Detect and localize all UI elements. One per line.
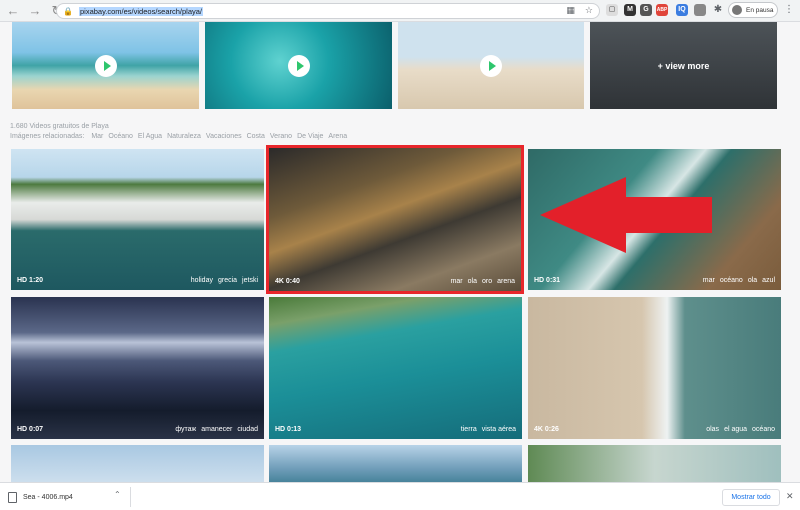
video-tag[interactable]: océano: [752, 426, 775, 433]
related-tag[interactable]: El Agua: [138, 133, 162, 140]
video-card[interactable]: HD 0:31 mar océano ola azul: [528, 149, 781, 290]
download-item[interactable]: Sea - 4006.mp4: [8, 489, 128, 505]
video-tag[interactable]: holiday: [191, 277, 213, 284]
play-icon[interactable]: [480, 54, 502, 77]
related-tag[interactable]: Mar: [91, 133, 103, 140]
results-count: 1.680 Videos gratuitos de Playa: [10, 123, 109, 130]
show-all-button[interactable]: Mostrar todo: [722, 489, 780, 506]
video-card[interactable]: HD 1:20 holiday grecia jetski: [11, 149, 264, 290]
video-card[interactable]: [528, 445, 781, 482]
ext-iq-icon[interactable]: IQ: [676, 4, 688, 16]
url-text[interactable]: pixabay.com/es/videos/search/playa/: [79, 6, 204, 16]
qr-icon[interactable]: ▦: [566, 5, 575, 16]
video-tag[interactable]: футаж: [175, 426, 196, 433]
video-duration: HD 0:13: [275, 426, 302, 433]
video-tag[interactable]: amanecer: [201, 426, 232, 433]
menu-icon[interactable]: ⋮: [784, 4, 794, 15]
video-tag[interactable]: mar: [703, 277, 715, 284]
download-file-name[interactable]: Sea - 4006.mp4: [23, 494, 73, 501]
video-duration: 4K 0:26: [534, 426, 559, 433]
video-card[interactable]: 4K 0:26 olas el agua océano: [528, 297, 781, 439]
ext-circle-icon[interactable]: [694, 4, 706, 16]
video-card[interactable]: HD 0:07 футаж amanecer ciudad: [11, 297, 264, 439]
related-tags: Imágenes relacionadas: Mar Océano El Agu…: [10, 133, 347, 140]
video-tags: olas el agua océano: [706, 426, 775, 433]
related-tag[interactable]: Arena: [328, 133, 347, 140]
close-icon[interactable]: ✕: [786, 491, 794, 502]
video-tag[interactable]: grecia: [218, 277, 237, 284]
downloads-bar: Sea - 4006.mp4 ⌃ Mostrar todo ✕: [0, 482, 800, 510]
divider: [130, 487, 131, 507]
ext-abp-icon[interactable]: ABP: [656, 4, 668, 16]
video-tags: футаж amanecer ciudad: [175, 426, 258, 433]
lock-icon: 🔒: [63, 6, 73, 16]
video-tag[interactable]: azul: [762, 277, 775, 284]
highlight-frame: [266, 145, 524, 294]
video-tag[interactable]: el agua: [724, 426, 747, 433]
video-thumb-beach[interactable]: [12, 22, 199, 109]
related-tag[interactable]: De Viaje: [297, 133, 323, 140]
video-tag[interactable]: vista aérea: [482, 426, 516, 433]
video-card[interactable]: [11, 445, 264, 482]
video-tags: tierra vista aérea: [461, 426, 516, 433]
ext-m-icon[interactable]: M: [624, 4, 636, 16]
play-icon[interactable]: [94, 54, 117, 77]
page-content: + view more 1.680 Videos gratuitos de Pl…: [0, 22, 800, 482]
related-tag[interactable]: Costa: [247, 133, 265, 140]
chevron-up-icon[interactable]: ⌃: [114, 490, 121, 499]
red-arrow-icon: [540, 177, 712, 253]
video-tag[interactable]: océano: [720, 277, 743, 284]
video-tag[interactable]: jetski: [242, 277, 258, 284]
video-duration: HD 1:20: [17, 277, 44, 284]
video-card[interactable]: HD 0:13 tierra vista aérea: [269, 297, 522, 439]
video-tag[interactable]: olas: [706, 426, 719, 433]
video-tag[interactable]: tierra: [461, 426, 477, 433]
avatar: [732, 5, 742, 15]
back-icon[interactable]: ←: [4, 2, 22, 20]
video-tags: holiday grecia jetski: [191, 277, 258, 284]
puzzle-icon[interactable]: ✱: [712, 4, 724, 16]
video-thumb-bubbles[interactable]: [205, 22, 392, 109]
play-icon[interactable]: [287, 54, 310, 77]
related-tag[interactable]: Vacaciones: [206, 133, 242, 140]
profile-button[interactable]: En pausa: [728, 2, 778, 18]
browser-toolbar: ← → ↻ 🔒 pixabay.com/es/videos/search/pla…: [0, 0, 800, 22]
address-bar[interactable]: 🔒 pixabay.com/es/videos/search/playa/ ▦ …: [56, 3, 600, 19]
extension-icon-1[interactable]: ▢: [606, 4, 618, 16]
video-thumb-sand[interactable]: [398, 22, 584, 109]
bookmark-star-icon[interactable]: ☆: [585, 5, 593, 16]
forward-icon[interactable]: →: [26, 2, 44, 20]
related-tag[interactable]: Océano: [108, 133, 133, 140]
video-tag[interactable]: ola: [748, 277, 757, 284]
video-duration: HD 0:31: [534, 277, 561, 284]
video-duration: HD 0:07: [17, 426, 44, 433]
video-tag[interactable]: ciudad: [237, 426, 258, 433]
ext-g-icon[interactable]: G: [640, 4, 652, 16]
related-label: Imágenes relacionadas:: [10, 133, 85, 140]
view-more-tile[interactable]: + view more: [590, 22, 777, 109]
profile-label: En pausa: [746, 6, 774, 14]
video-tags: mar océano ola azul: [703, 277, 775, 284]
related-tag[interactable]: Verano: [270, 133, 292, 140]
related-tag[interactable]: Naturaleza: [167, 133, 201, 140]
video-card[interactable]: [269, 445, 522, 482]
view-more-label[interactable]: + view more: [590, 22, 777, 109]
file-icon: [8, 491, 17, 503]
